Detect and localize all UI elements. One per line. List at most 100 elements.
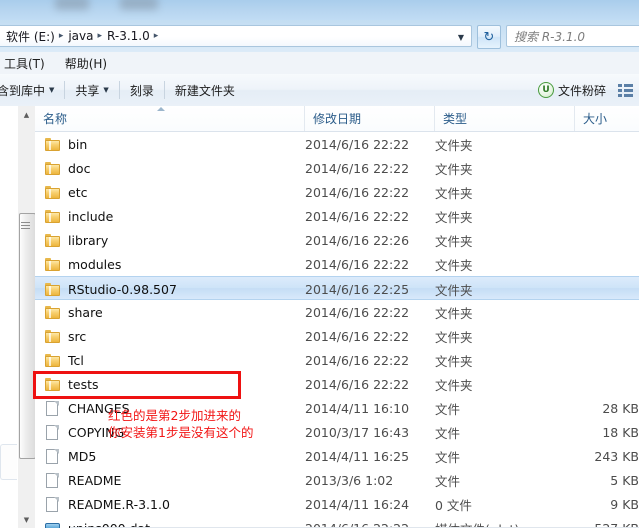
date-modified-cell: 2014/6/16 22:22 — [305, 184, 410, 200]
type-cell: 文件夹 — [435, 305, 473, 321]
breadcrumb-item-r310[interactable]: R-3.1.0 — [104, 28, 153, 44]
date-modified-cell: 2014/6/16 22:22 — [305, 352, 410, 368]
chevron-down-icon: ▼ — [49, 86, 55, 94]
toolbar-share-label: 共享 — [75, 83, 100, 98]
table-row[interactable]: RStudio-0.98.507 2014/6/16 22:25 文件夹 — [35, 276, 639, 300]
file-list-view: 名称 修改日期 类型 大小 bin 2014/6/16 22:22 文件夹 doc 20… — [35, 106, 639, 528]
file-icon — [45, 425, 61, 440]
breadcrumb-item-java[interactable]: java — [65, 28, 96, 44]
folder-icon — [45, 257, 61, 271]
table-row[interactable]: etc 2014/6/16 22:22 文件夹 — [35, 180, 639, 204]
table-row[interactable]: README 2013/3/6 1:02 文件 5 KB — [35, 468, 639, 492]
column-header-size[interactable]: 大小 — [575, 106, 639, 131]
file-name-cell[interactable]: tests — [35, 372, 305, 396]
file-name-cell[interactable]: bin — [35, 132, 305, 156]
folder-icon — [45, 233, 61, 247]
search-placeholder: 搜索 R-3.1.0 — [514, 29, 586, 44]
search-input[interactable]: 搜索 R-3.1.0 — [506, 25, 639, 47]
date-modified-cell: 2014/6/16 22:22 — [305, 376, 410, 392]
size-cell — [475, 324, 639, 348]
column-header-date-modified[interactable]: 修改日期 — [305, 106, 435, 131]
navigation-pane-scrollbar[interactable]: ▲ ▼ — [18, 106, 36, 528]
date-modified-cell: 2014/6/16 22:22 — [305, 136, 410, 152]
folder-icon — [45, 161, 61, 175]
table-row[interactable]: tests 2014/6/16 22:22 文件夹 — [35, 372, 639, 396]
column-header-type[interactable]: 类型 — [435, 106, 575, 131]
size-cell: 18 KB — [602, 424, 639, 440]
scrollbar-thumb[interactable] — [19, 213, 36, 459]
type-cell: 文件夹 — [435, 257, 473, 273]
size-cell: 243 KB — [594, 448, 639, 464]
toolbar-separator — [163, 81, 165, 99]
type-cell: 文件夹 — [435, 209, 473, 225]
table-row[interactable]: README.R-3.1.0 2014/4/11 16:24 0 文件 9 KB — [35, 492, 639, 516]
view-list-icon — [617, 83, 633, 97]
table-row[interactable]: include 2014/6/16 22:22 文件夹 — [35, 204, 639, 228]
breadcrumb-item-drive[interactable]: 软件 (E:) — [3, 27, 58, 46]
explorer-window: 软件 (E:) ▸ java ▸ R-3.1.0 ▸ ▼ ↻ 搜索 R-3.1.… — [0, 0, 639, 528]
file-name-label: etc — [68, 184, 88, 200]
file-name-label: RStudio-0.98.507 — [68, 281, 177, 297]
file-name-cell[interactable]: COPYING — [35, 420, 305, 444]
scroll-down-arrow-icon[interactable]: ▼ — [18, 511, 35, 528]
table-row[interactable]: COPYING 2010/3/17 16:43 文件 18 KB — [35, 420, 639, 444]
size-cell — [475, 277, 639, 301]
type-cell: 文件夹 — [435, 377, 473, 393]
file-icon — [45, 449, 61, 464]
size-cell — [475, 300, 639, 324]
table-row[interactable]: MD5 2014/4/11 16:25 文件 243 KB — [35, 444, 639, 468]
type-cell: 文件 — [435, 449, 461, 465]
menu-item-tools[interactable]: 工具(T) — [0, 53, 55, 74]
type-cell: 文件夹 — [435, 233, 473, 249]
table-row[interactable]: src 2014/6/16 22:22 文件夹 — [35, 324, 639, 348]
toolbar-right-group: U 文件粉碎 — [531, 74, 637, 106]
toolbar-include-in-library-label: 含到库中 — [0, 83, 46, 98]
file-name-cell[interactable]: src — [35, 324, 305, 348]
file-name-cell[interactable]: library — [35, 228, 305, 252]
table-row[interactable]: doc 2014/6/16 22:22 文件夹 — [35, 156, 639, 180]
table-row[interactable]: share 2014/6/16 22:22 文件夹 — [35, 300, 639, 324]
refresh-button[interactable]: ↻ — [477, 25, 501, 49]
file-name-cell[interactable]: Tcl — [35, 348, 305, 372]
size-cell: 28 KB — [602, 400, 639, 416]
toolbar-include-in-library-button[interactable]: 含到库中 ▼ — [0, 78, 61, 103]
date-modified-cell: 2014/6/16 22:22 — [305, 328, 410, 344]
scroll-up-arrow-icon[interactable]: ▲ — [18, 106, 35, 123]
table-row[interactable]: modules 2014/6/16 22:22 文件夹 — [35, 252, 639, 276]
table-row[interactable]: library 2014/6/16 22:26 文件夹 — [35, 228, 639, 252]
file-name-cell[interactable]: modules — [35, 252, 305, 276]
chevron-down-icon[interactable]: ▼ — [453, 29, 469, 45]
size-cell: 9 KB — [610, 496, 639, 512]
file-name-cell[interactable]: MD5 — [35, 444, 305, 468]
size-cell — [475, 228, 639, 252]
toolbar-file-shredder-button[interactable]: U 文件粉碎 — [531, 78, 613, 103]
toolbar-burn-button[interactable]: 刻录 — [123, 78, 161, 103]
change-view-button[interactable] — [613, 79, 637, 101]
date-modified-cell: 2014/6/16 22:22 — [305, 160, 410, 176]
shredder-badge-icon: U — [537, 82, 554, 98]
table-row[interactable]: bin 2014/6/16 22:22 文件夹 — [35, 132, 639, 156]
menu-item-help[interactable]: 帮助(H) — [55, 53, 117, 74]
file-name-cell[interactable]: include — [35, 204, 305, 228]
toolbar-share-button[interactable]: 共享 ▼ — [68, 78, 115, 103]
file-name-cell[interactable]: CHANGES — [35, 396, 305, 420]
file-name-cell[interactable]: README.R-3.1.0 — [35, 492, 305, 516]
title-bar-blur-left — [55, 0, 89, 10]
file-name-cell[interactable]: RStudio-0.98.507 — [35, 277, 305, 301]
toolbar-new-folder-button[interactable]: 新建文件夹 — [168, 78, 242, 103]
toolbar-separator — [118, 81, 120, 99]
table-row[interactable]: CHANGES 2014/4/11 16:10 文件 28 KB — [35, 396, 639, 420]
type-cell: 文件 — [435, 401, 461, 417]
file-name-cell[interactable]: README — [35, 468, 305, 492]
breadcrumb[interactable]: 软件 (E:) ▸ java ▸ R-3.1.0 ▸ ▼ — [0, 25, 472, 47]
file-name-cell[interactable]: etc — [35, 180, 305, 204]
media-file-icon — [45, 521, 61, 528]
file-name-label: modules — [68, 256, 122, 272]
command-toolbar: 含到库中 ▼ 共享 ▼ 刻录 新建文件夹 U 文件粉碎 — [0, 74, 639, 107]
file-name-cell[interactable]: doc — [35, 156, 305, 180]
date-modified-cell: 2014/6/16 22:26 — [305, 232, 410, 248]
file-name-cell[interactable]: share — [35, 300, 305, 324]
column-header-name[interactable]: 名称 — [35, 106, 305, 131]
table-row[interactable]: Tcl 2014/6/16 22:22 文件夹 — [35, 348, 639, 372]
type-cell: 文件夹 — [435, 185, 473, 201]
